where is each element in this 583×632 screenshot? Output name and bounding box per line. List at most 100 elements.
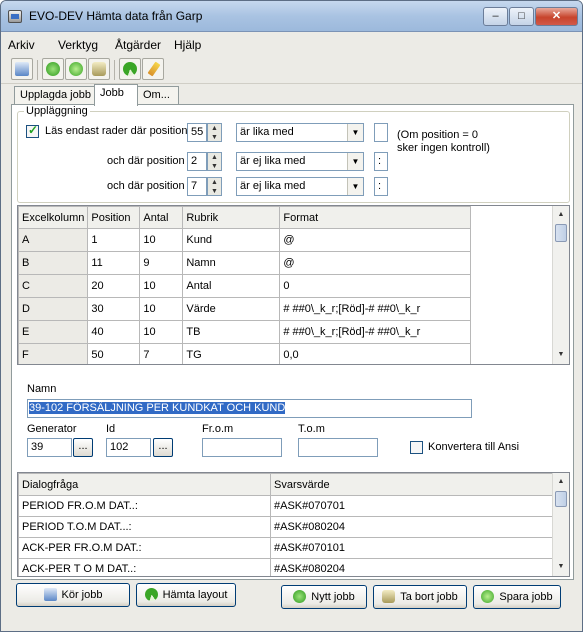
table-cell[interactable]: #ASK#080204 — [270, 558, 554, 576]
position-3-spinner[interactable]: ▲ ▼ — [207, 177, 222, 196]
table-cell[interactable]: C — [18, 274, 89, 298]
table-cell[interactable]: 9 — [139, 251, 184, 275]
position-1-input[interactable]: 55 — [187, 123, 207, 142]
table-row[interactable]: PERIOD FR.O.M DAT..: #ASK#070701 — [18, 495, 554, 517]
table-row[interactable]: D 30 10 Värde # ##0\_k_r;[Röd]-# ##0\_k_r — [18, 297, 472, 321]
table-cell[interactable]: A — [18, 228, 89, 252]
table-cell[interactable]: ACK-PER FR.O.M DAT.: — [18, 537, 271, 559]
table-cell[interactable]: ACK-PER T O M DAT..: — [18, 558, 271, 576]
column-header[interactable]: Antal — [139, 206, 184, 229]
table-cell[interactable]: 30 — [87, 297, 141, 321]
value-1-input[interactable] — [374, 123, 388, 142]
table-cell[interactable]: E — [18, 320, 89, 344]
table-cell[interactable]: 11 — [87, 251, 141, 275]
operator-1-select[interactable]: är lika med ▼ — [236, 123, 364, 142]
table-cell[interactable]: 40 — [87, 320, 141, 344]
id-input[interactable]: 102 — [106, 438, 151, 457]
table-cell[interactable]: #ASK#070101 — [270, 537, 554, 559]
scroll-up-icon[interactable]: ▲ — [553, 474, 569, 490]
table-cell[interactable]: 0,0 — [279, 343, 472, 364]
table-cell[interactable]: Kund — [182, 228, 281, 252]
fetch-layout-button[interactable]: Hämta layout — [136, 583, 236, 607]
column-header[interactable]: Excelkolumn — [18, 206, 89, 229]
delete-tool-button[interactable] — [88, 58, 110, 80]
value-3-input[interactable]: : — [374, 177, 388, 196]
table-row[interactable]: ACK-PER FR.O.M DAT.: #ASK#070101 — [18, 537, 554, 559]
run-tool-button[interactable] — [11, 58, 33, 80]
menu-verktyg[interactable]: Verktyg — [58, 38, 98, 52]
save-job-button[interactable]: Spara jobb — [473, 585, 561, 609]
close-button[interactable]: ✕ — [535, 7, 578, 26]
table-row[interactable]: C 20 10 Antal 0 — [18, 274, 472, 298]
table-cell[interactable]: Antal — [182, 274, 281, 298]
table-row[interactable]: B 11 9 Namn @ — [18, 251, 472, 275]
table-cell[interactable]: # ##0\_k_r;[Röd]-# ##0\_k_r — [279, 320, 472, 344]
dialog-scrollbar[interactable]: ▲ ▼ — [552, 473, 569, 576]
column-header[interactable]: Dialogfråga — [18, 473, 271, 496]
refresh-tool-button[interactable] — [119, 58, 141, 80]
table-cell[interactable]: 10 — [139, 274, 184, 298]
column-header[interactable]: Rubrik — [182, 206, 281, 229]
run-job-button[interactable]: Kör jobb — [16, 583, 130, 607]
table-cell[interactable]: Namn — [182, 251, 281, 275]
table-row[interactable]: ACK-PER T O M DAT..: #ASK#080204 — [18, 558, 554, 576]
operator-2-select[interactable]: är ej lika med ▼ — [236, 152, 364, 171]
tab-jobb[interactable]: Jobb — [94, 84, 138, 106]
columns-grid[interactable]: Excelkolumn Position Antal Rubrik Format A11… — [17, 205, 570, 365]
table-cell[interactable]: #ASK#080204 — [270, 516, 554, 538]
table-cell[interactable]: PERIOD T.O.M DAT...: — [18, 516, 271, 538]
table-row[interactable]: E 40 10 TB # ##0\_k_r;[Röd]-# ##0\_k_r — [18, 320, 472, 344]
position-3-input[interactable]: 7 — [187, 177, 207, 196]
generator-input[interactable]: 39 — [27, 438, 72, 457]
table-cell[interactable]: PERIOD FR.O.M DAT..: — [18, 495, 271, 517]
minimize-button[interactable]: – — [483, 7, 508, 26]
table-cell[interactable]: F — [18, 343, 89, 364]
generator-browse-button[interactable]: ... — [73, 438, 93, 457]
title-bar[interactable]: EVO-DEV Hämta data från Garp – □ ✕ — [1, 1, 582, 32]
table-cell[interactable]: 0 — [279, 274, 472, 298]
column-header[interactable]: Svarsvärde — [270, 473, 554, 496]
table-row[interactable]: F 50 7 TG 0,0 — [18, 343, 472, 364]
to-input[interactable] — [298, 438, 378, 457]
table-cell[interactable]: 20 — [87, 274, 141, 298]
edit-tool-button[interactable] — [142, 58, 164, 80]
position-2-spinner[interactable]: ▲ ▼ — [207, 152, 222, 171]
table-cell[interactable]: 10 — [139, 320, 184, 344]
scroll-thumb[interactable] — [555, 224, 567, 242]
table-cell[interactable]: D — [18, 297, 89, 321]
menu-atgarder[interactable]: Åtgärder — [115, 38, 161, 52]
tab-upplagda-jobb[interactable]: Upplagda jobb — [14, 86, 95, 105]
new-job-button[interactable]: Nytt jobb — [281, 585, 367, 609]
menu-hjalp[interactable]: Hjälp — [174, 38, 201, 52]
tab-om[interactable]: Om... — [137, 86, 179, 105]
column-header[interactable]: Format — [279, 206, 472, 229]
table-cell[interactable]: 7 — [139, 343, 184, 364]
columns-scrollbar[interactable]: ▲ ▼ — [552, 206, 569, 364]
operator-3-select[interactable]: är ej lika med ▼ — [236, 177, 364, 196]
table-cell[interactable]: # ##0\_k_r;[Röd]-# ##0\_k_r — [279, 297, 472, 321]
convert-ansi-checkbox[interactable] — [410, 441, 423, 454]
read-only-rows-checkbox[interactable] — [26, 123, 39, 138]
position-1-spinner[interactable]: ▲ ▼ — [207, 123, 222, 142]
table-cell[interactable]: #ASK#070701 — [270, 495, 554, 517]
scroll-down-icon[interactable]: ▼ — [553, 559, 569, 575]
table-cell[interactable]: TB — [182, 320, 281, 344]
dialog-grid[interactable]: Dialogfråga Svarsvärde PERIOD FR.O.M DAT.… — [17, 472, 570, 577]
menu-arkiv[interactable]: Arkiv — [8, 38, 35, 52]
save-tool-button[interactable] — [65, 58, 87, 80]
table-cell[interactable]: B — [18, 251, 89, 275]
column-header[interactable]: Position — [87, 206, 141, 229]
position-2-input[interactable]: 2 — [187, 152, 207, 171]
table-cell[interactable]: 50 — [87, 343, 141, 364]
table-cell[interactable]: Värde — [182, 297, 281, 321]
table-cell[interactable]: 10 — [139, 297, 184, 321]
from-input[interactable] — [202, 438, 282, 457]
maximize-button[interactable]: □ — [509, 7, 534, 26]
new-tool-button[interactable] — [42, 58, 64, 80]
table-cell[interactable]: 10 — [139, 228, 184, 252]
table-cell[interactable]: @ — [279, 251, 472, 275]
table-cell[interactable]: TG — [182, 343, 281, 364]
scroll-thumb[interactable] — [555, 491, 567, 507]
table-cell[interactable]: @ — [279, 228, 472, 252]
table-row[interactable]: PERIOD T.O.M DAT...: #ASK#080204 — [18, 516, 554, 538]
